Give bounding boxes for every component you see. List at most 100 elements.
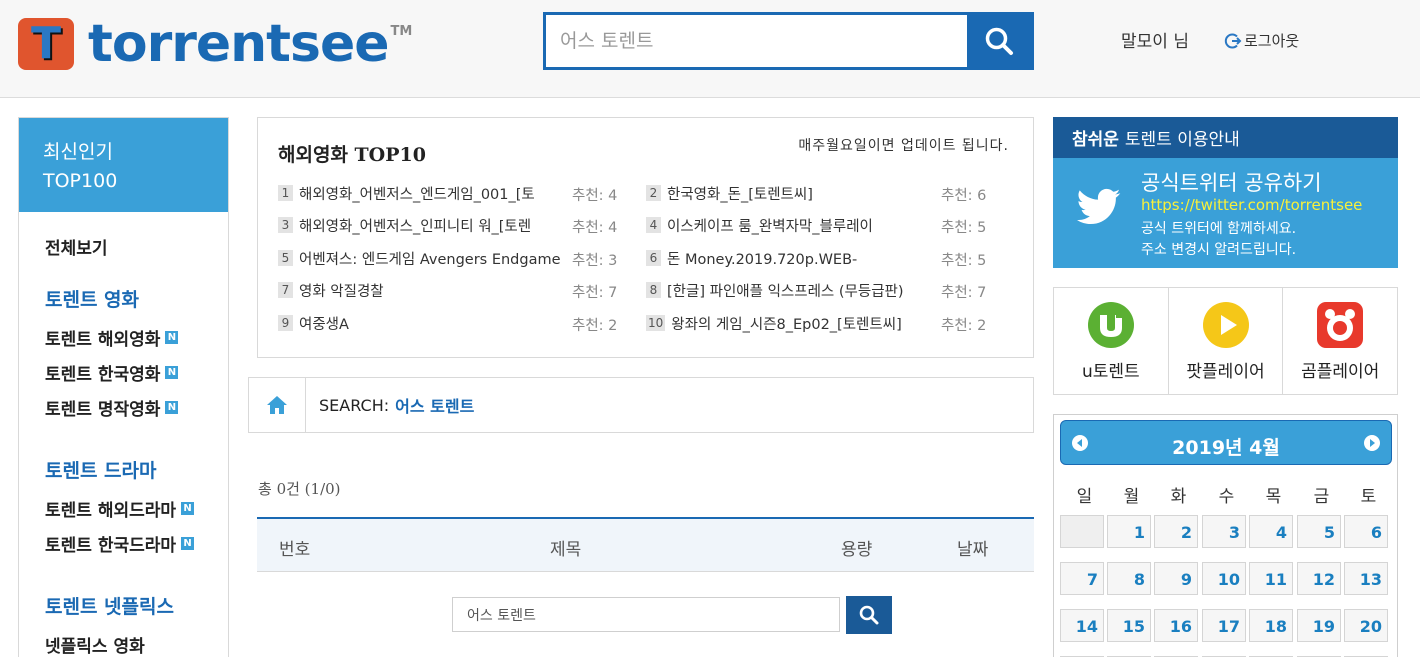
player-gomplayer[interactable]: 곰플레이어	[1283, 288, 1397, 394]
sidebar-group-title[interactable]: 토렌트 넷플릭스	[45, 592, 202, 619]
search-summary: SEARCH: 어스 토렌트	[306, 378, 474, 432]
column-number: 번호	[279, 540, 311, 560]
calendar-day[interactable]: 2	[1154, 515, 1198, 548]
twitter-link[interactable]: https://twitter.com/torrentsee	[1141, 196, 1362, 214]
top10-item[interactable]: 10 왕좌의 게임_시즌8_Ep02_[토렌트씨]	[646, 312, 933, 334]
sidebar-item-foreign-movie[interactable]: 토렌트 해외영화 N	[45, 320, 202, 355]
new-badge: N	[165, 366, 179, 379]
home-button[interactable]	[249, 378, 306, 432]
logo-text: torrentsee	[88, 14, 390, 74]
utorrent-icon	[1087, 302, 1134, 348]
recommend-count: 추천: 7	[572, 285, 618, 301]
calendar-day[interactable]: 20	[1344, 609, 1388, 642]
sidebar: 최신인기 TOP100 전체보기 토렌트 영화 토렌트 해외영화 N 토렌트 한국…	[18, 117, 229, 657]
rank-number: 3	[278, 217, 293, 233]
top10-item[interactable]: 6 돈 Money.2019.720p.WEB-	[646, 247, 929, 269]
rank-number: 9	[278, 315, 293, 331]
search-label: SEARCH:	[319, 395, 390, 415]
search-icon	[985, 27, 1013, 55]
calendar-day[interactable]: 1	[1107, 515, 1151, 548]
logout-link[interactable]: 로그아웃	[1224, 30, 1299, 51]
sidebar-group-movie: 토렌트 영화 토렌트 해외영화 N 토렌트 한국영화 N 토렌트 명작영화 N	[19, 285, 228, 425]
calendar-day[interactable]: 6	[1344, 515, 1388, 548]
rank-number: 6	[646, 250, 661, 266]
sidebar-top100-link[interactable]: 최신인기 TOP100	[19, 118, 228, 212]
top10-item[interactable]: 4 이스케이프 룸_완벽자막_블루레이	[646, 214, 929, 236]
sidebar-item-classic-movie[interactable]: 토렌트 명작영화 N	[45, 390, 202, 425]
search-input[interactable]	[546, 15, 967, 67]
top10-item[interactable]: 5 어벤져스: 엔드게임 Avengers Endgame	[278, 247, 571, 269]
new-badge: N	[165, 331, 179, 344]
calendar-day[interactable]: 12	[1297, 562, 1341, 595]
calendar-day[interactable]: 11	[1249, 562, 1293, 595]
top10-item[interactable]: 8 [한글] 파인애플 익스프레스 (무등급판)	[646, 279, 935, 301]
guide-head-bold: 참쉬운	[1072, 130, 1119, 150]
calendar-title: 2019년 4월	[1172, 437, 1280, 459]
player-potplayer[interactable]: 팟플레이어	[1169, 288, 1284, 394]
logo-trademark: TM	[390, 24, 413, 39]
top10-item[interactable]: 2 한국영화_돈_[토렌트씨]	[646, 182, 929, 204]
sidebar-all-link[interactable]: 전체보기	[19, 212, 228, 259]
top10-title: 해외영화 TOP10	[278, 144, 426, 166]
top10-item[interactable]: 3 해외영화_어벤저스_인피니티 워_[토렌	[278, 214, 557, 236]
top10-item-title: 어벤져스: 엔드게임 Avengers Endgame	[299, 251, 561, 268]
calendar-day[interactable]: 15	[1107, 609, 1151, 642]
player-label: 팟플레이어	[1186, 362, 1265, 382]
bottom-search-input[interactable]	[452, 597, 840, 632]
calendar-day[interactable]: 13	[1344, 562, 1388, 595]
player-label: 곰플레이어	[1301, 362, 1380, 382]
calendar-day[interactable]: 9	[1154, 562, 1198, 595]
top10-item-title: 왕좌의 게임_시즌8_Ep02_[토렌트씨]	[671, 316, 902, 333]
player-downloads: u토렌트 팟플레이어 곰플레이어	[1053, 287, 1398, 395]
top10-item[interactable]: 1 해외영화_어벤저스_엔드게임_001_[토	[278, 182, 557, 204]
sidebar-group-title[interactable]: 토렌트 영화	[45, 285, 202, 312]
calendar-empty-cell	[1060, 515, 1104, 548]
calendar-weekday: 목	[1265, 487, 1282, 507]
search-breadcrumb: SEARCH: 어스 토렌트	[248, 377, 1034, 433]
calendar-day[interactable]: 4	[1249, 515, 1293, 548]
calendar-weekday: 월	[1123, 487, 1140, 507]
column-title: 제목	[550, 540, 582, 560]
result-count: 총 0건 (1/0)	[258, 480, 341, 498]
sidebar-item-korean-drama[interactable]: 토렌트 한국드라마 N	[45, 526, 202, 561]
recommend-count: 추천: 6	[941, 188, 987, 204]
recommend-count: 추천: 3	[572, 253, 618, 269]
recommend-count: 추천: 7	[941, 285, 987, 301]
top10-item-title: 한국영화_돈_[토렌트씨]	[667, 186, 813, 203]
top10-item[interactable]: 7 영화 악질경찰	[278, 279, 557, 301]
search-icon	[859, 605, 879, 625]
calendar-day[interactable]: 7	[1060, 562, 1104, 595]
guide-header[interactable]: 참쉬운 토렌트 이용안내	[1053, 117, 1398, 158]
new-badge: N	[165, 401, 179, 414]
sidebar-group-title[interactable]: 토렌트 드라마	[45, 456, 202, 483]
calendar-day[interactable]: 3	[1202, 515, 1246, 548]
bottom-search-button[interactable]	[846, 596, 892, 634]
top10-item-title: 여중생A	[299, 316, 349, 333]
next-month-icon[interactable]	[1363, 434, 1381, 452]
column-date: 날짜	[957, 540, 989, 560]
calendar-day[interactable]: 18	[1249, 609, 1293, 642]
calendar-day[interactable]: 17	[1202, 609, 1246, 642]
calendar-day[interactable]: 19	[1297, 609, 1341, 642]
calendar-day[interactable]: 5	[1297, 515, 1341, 548]
site-logo[interactable]: T torrentsee TM	[18, 18, 412, 70]
calendar-day[interactable]: 14	[1060, 609, 1104, 642]
search-button[interactable]	[967, 15, 1031, 67]
recommend-count: 추천: 2	[941, 318, 987, 334]
calendar-day[interactable]: 10	[1202, 562, 1246, 595]
top10-item[interactable]: 9 여중생A	[278, 312, 557, 334]
logout-label: 로그아웃	[1244, 32, 1300, 50]
player-utorrent[interactable]: u토렌트	[1054, 288, 1169, 394]
calendar: 2019년 4월 일 월 화 수 목 금 토 1 2 3 4 5 6 7 8 9 10 11 12 13 14 15 16 1…	[1053, 414, 1398, 657]
potplayer-icon	[1202, 302, 1249, 348]
recommend-count: 추천: 4	[572, 220, 618, 236]
calendar-day[interactable]: 8	[1107, 562, 1151, 595]
sidebar-item-foreign-drama[interactable]: 토렌트 해외드라마 N	[45, 491, 202, 526]
sidebar-item-netflix-movie[interactable]: 넷플릭스 영화	[45, 627, 202, 657]
calendar-day[interactable]: 16	[1154, 609, 1198, 642]
calendar-header: 2019년 4월	[1060, 420, 1392, 465]
rank-number: 7	[278, 282, 293, 298]
sidebar-item-korean-movie[interactable]: 토렌트 한국영화 N	[45, 355, 202, 390]
header: T torrentsee TM 말모이 님 로그아웃	[0, 0, 1420, 98]
twitter-share[interactable]: 공식트위터 공유하기 https://twitter.com/torrentse…	[1053, 158, 1398, 268]
